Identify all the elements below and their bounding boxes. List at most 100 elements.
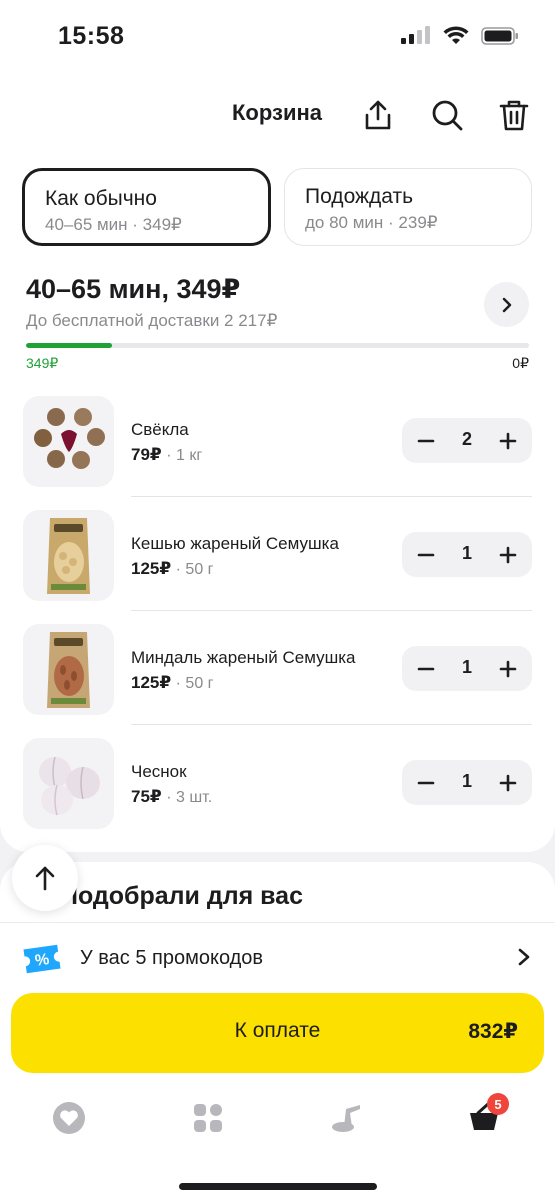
plus-icon (499, 774, 517, 791)
free-delivery-hint: До бесплатной доставки 2 217₽ (26, 311, 278, 330)
page-title: Корзина (232, 100, 322, 125)
free-delivery-progress (26, 343, 529, 348)
heart-icon (53, 1102, 85, 1134)
quantity-value: 1 (461, 771, 472, 791)
item-price-value: 79₽ (131, 445, 162, 464)
status-time: 15:58 (58, 22, 125, 50)
increase-button[interactable] (486, 532, 530, 577)
decrease-button[interactable] (404, 760, 448, 805)
quantity-stepper: 1 (402, 646, 532, 691)
product-image-garlic (23, 738, 114, 829)
progress-start-label: 349₽ (26, 355, 59, 371)
decrease-button[interactable] (404, 532, 448, 577)
cart-item[interactable]: Чеснок 75₽ · 3 шт. 1 (0, 738, 555, 852)
quantity-value: 1 (461, 657, 472, 677)
item-name: Кешью жареный Семушка (131, 534, 339, 553)
delivery-option-wait[interactable]: Подождать до 80 мин · 239₽ (284, 168, 532, 246)
item-price-value: 125₽ (131, 559, 172, 578)
cart-item[interactable]: Кешью жареный Семушка 125₽ · 50 г 1 (0, 510, 555, 624)
item-price: 79₽ · 1 кг (131, 445, 202, 465)
product-image-almond (23, 624, 114, 715)
quantity-value: 1 (461, 543, 472, 563)
tab-cart[interactable]: 5 (461, 1093, 511, 1143)
percent-ticket-icon: % (23, 944, 61, 974)
cart-card: Как обычно 40–65 мин · 349₽ Подождать до… (0, 158, 555, 852)
share-button[interactable] (358, 95, 398, 135)
header: Корзина (0, 75, 555, 160)
promocodes-row[interactable]: % У вас 5 промокодов (0, 923, 555, 993)
share-icon (365, 100, 391, 130)
divider (131, 496, 532, 497)
promocodes-text: У вас 5 промокодов (80, 947, 264, 969)
item-name: Свёкла (131, 420, 189, 439)
chevron-right-icon (502, 297, 511, 312)
item-price-value: 75₽ (131, 787, 162, 806)
checkout-label: К оплате (234, 1019, 321, 1042)
grid-icon (194, 1104, 222, 1132)
item-name: Миндаль жареный Семушка (131, 648, 356, 667)
item-unit: · 50 г (171, 561, 214, 578)
quantity-value: 2 (461, 429, 472, 449)
recipes-icon (332, 1105, 360, 1132)
product-image-cashew (23, 510, 114, 601)
status-bar: 15:58 (0, 0, 555, 75)
tab-recipes[interactable] (322, 1093, 372, 1143)
home-indicator (179, 1183, 377, 1190)
item-price: 75₽ · 3 шт. (131, 787, 212, 807)
quantity-stepper: 1 (402, 532, 532, 577)
divider (131, 610, 532, 611)
quantity-stepper: 1 (402, 760, 532, 805)
delivery-option-subtitle: 40–65 мин · 349₽ (45, 215, 182, 234)
cart-item[interactable]: Миндаль жареный Семушка 125₽ · 50 г 1 (0, 624, 555, 738)
cart-badge: 5 (487, 1093, 509, 1115)
item-price: 125₽ · 50 г (131, 673, 214, 693)
tab-favorites[interactable] (44, 1093, 94, 1143)
cart-item[interactable]: Свёкла 79₽ · 1 кг 2 (0, 396, 555, 510)
tab-catalog[interactable] (183, 1093, 233, 1143)
quantity-stepper: 2 (402, 418, 532, 463)
minus-icon (417, 439, 435, 442)
minus-icon (417, 781, 435, 784)
delivery-option-title: Как обычно (45, 187, 157, 210)
arrow-up-icon (35, 866, 55, 891)
delivery-details-button[interactable] (484, 282, 529, 327)
tab-bar: 5 (0, 1093, 555, 1145)
increase-button[interactable] (486, 418, 530, 463)
increase-button[interactable] (486, 646, 530, 691)
signal-icon (401, 26, 430, 44)
item-unit: · 50 г (171, 675, 214, 692)
wifi-icon (443, 26, 469, 44)
search-icon (432, 100, 463, 131)
minus-icon (417, 553, 435, 556)
item-unit: · 1 кг (161, 447, 203, 464)
decrease-button[interactable] (404, 646, 448, 691)
product-image-beetroot (23, 396, 114, 487)
item-name: Чеснок (131, 762, 187, 781)
chevron-right-icon (518, 948, 530, 966)
item-price: 125₽ · 50 г (131, 559, 214, 579)
increase-button[interactable] (486, 760, 530, 805)
delivery-option-subtitle: до 80 мин · 239₽ (305, 213, 438, 232)
scroll-to-top-button[interactable] (12, 845, 78, 911)
search-button[interactable] (427, 95, 467, 135)
progress-end-label: 0₽ (512, 355, 529, 371)
delivery-option-title: Подождать (305, 185, 414, 208)
checkout-panel: % У вас 5 промокодов К оплате 832₽ 5 (0, 922, 555, 1200)
plus-icon (499, 660, 517, 677)
delivery-option-regular[interactable]: Как обычно 40–65 мин · 349₽ (22, 168, 271, 246)
plus-icon (499, 546, 517, 563)
svg-text:%: % (34, 951, 50, 970)
minus-icon (417, 667, 435, 670)
delivery-summary-title: 40–65 мин, 349₽ (26, 274, 241, 304)
clear-cart-button[interactable] (494, 95, 534, 135)
decrease-button[interactable] (404, 418, 448, 463)
checkout-total: 832₽ (468, 1020, 518, 1043)
plus-icon (499, 432, 517, 449)
divider (131, 724, 532, 725)
checkout-button[interactable]: К оплате 832₽ (11, 993, 544, 1073)
trash-icon (499, 100, 529, 131)
progress-fill (26, 343, 112, 348)
item-price-value: 125₽ (131, 673, 172, 692)
battery-icon (481, 27, 518, 45)
status-icons (401, 26, 519, 46)
